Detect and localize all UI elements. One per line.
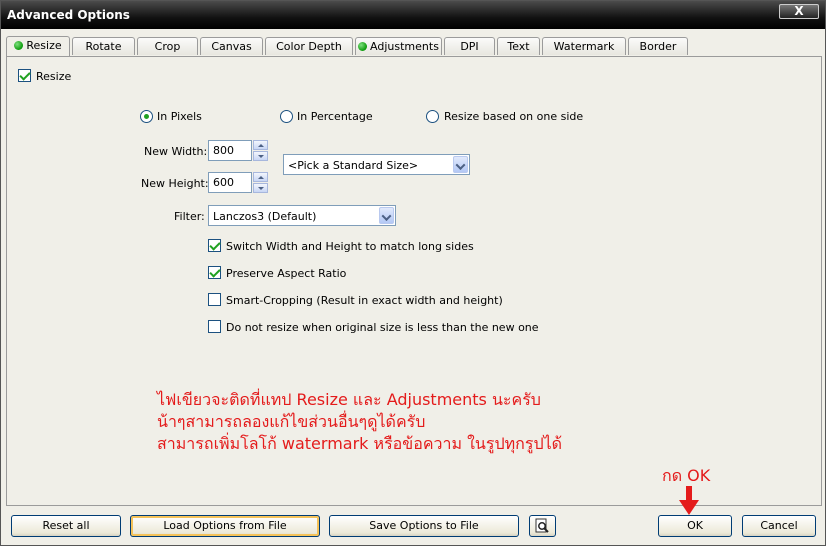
- one-side-label: Resize based on one side: [444, 110, 584, 123]
- green-indicator-icon: [358, 42, 368, 51]
- load-options-button[interactable]: Load Options from File: [130, 515, 320, 537]
- no-upscale-label: Do not resize when original size is less…: [226, 321, 539, 334]
- filter-value: Lanczos3 (Default): [213, 210, 317, 223]
- tab-color-depth[interactable]: Color Depth: [265, 37, 353, 55]
- close-icon: X: [794, 4, 804, 18]
- save-options-button[interactable]: Save Options to File: [329, 515, 519, 537]
- filter-select[interactable]: Lanczos3 (Default): [208, 205, 396, 226]
- new-width-spinner[interactable]: [253, 140, 268, 161]
- tab-adjustments[interactable]: Adjustments: [355, 37, 442, 55]
- reset-all-button[interactable]: Reset all: [11, 515, 121, 537]
- tab-border[interactable]: Border: [628, 37, 688, 55]
- standard-size-value: <Pick a Standard Size>: [288, 159, 419, 172]
- standard-size-select[interactable]: <Pick a Standard Size>: [283, 154, 470, 175]
- spin-down-icon[interactable]: [253, 183, 268, 193]
- tab-watermark[interactable]: Watermark: [542, 37, 626, 55]
- in-percentage-label: In Percentage: [297, 110, 373, 123]
- switch-sides-label: Switch Width and Height to match long si…: [226, 240, 474, 253]
- annotation-line-1: ไฟเขียวจะติดที่แทป Resize และ Adjustment…: [157, 390, 541, 409]
- chevron-down-icon[interactable]: [453, 156, 468, 173]
- switch-sides-checkbox[interactable]: [208, 239, 221, 252]
- one-side-radio[interactable]: [426, 110, 439, 123]
- preserve-aspect-label: Preserve Aspect Ratio: [226, 267, 347, 280]
- new-width-input[interactable]: 800: [208, 140, 252, 161]
- tab-canvas[interactable]: Canvas: [200, 37, 263, 55]
- tab-rotate[interactable]: Rotate: [72, 37, 135, 55]
- title-bar[interactable]: Advanced Options X: [1, 1, 825, 29]
- tab-crop[interactable]: Crop: [137, 37, 198, 55]
- magnifier-page-icon: [535, 518, 549, 533]
- new-height-input[interactable]: 600: [208, 172, 252, 193]
- spin-up-icon[interactable]: [253, 140, 268, 150]
- tab-text[interactable]: Text: [497, 37, 540, 55]
- new-height-label: New Height:: [141, 177, 209, 190]
- close-button[interactable]: X: [779, 4, 819, 19]
- smart-cropping-checkbox[interactable]: [208, 293, 221, 306]
- annotation-line-3: สามารถเพิ่มโลโก้ watermark หรือข้อความ ใ…: [157, 434, 563, 453]
- smart-cropping-label: Smart-Cropping (Result in exact width an…: [226, 294, 503, 307]
- cancel-button[interactable]: Cancel: [742, 515, 816, 537]
- preserve-aspect-checkbox[interactable]: [208, 266, 221, 279]
- red-arrow-down-icon: [679, 486, 699, 515]
- tab-resize[interactable]: Resize: [6, 36, 70, 56]
- preview-button[interactable]: [529, 515, 556, 537]
- chevron-down-icon[interactable]: [379, 207, 394, 224]
- tab-dpi[interactable]: DPI: [444, 37, 495, 55]
- filter-label: Filter:: [174, 210, 205, 223]
- in-percentage-radio[interactable]: [280, 110, 293, 123]
- new-width-label: New Width:: [144, 145, 208, 158]
- annotation-line-2: น้าๆสามารถลองแก้ไขส่วนอื่นๆดูได้ครับ: [157, 412, 426, 431]
- in-pixels-label: In Pixels: [157, 110, 202, 123]
- window-title: Advanced Options: [7, 8, 130, 22]
- green-indicator-icon: [14, 41, 24, 50]
- new-height-spinner[interactable]: [253, 172, 268, 193]
- annotation-ok-hint: กด OK: [662, 466, 711, 485]
- resize-enable-checkbox[interactable]: [18, 69, 31, 82]
- in-pixels-radio[interactable]: [140, 110, 153, 123]
- spin-down-icon[interactable]: [253, 151, 268, 161]
- spin-up-icon[interactable]: [253, 172, 268, 182]
- resize-enable-label: Resize: [36, 70, 72, 83]
- advanced-options-window: Advanced Options X Resize Rotate Crop Ca…: [0, 0, 826, 546]
- no-upscale-checkbox[interactable]: [208, 320, 221, 333]
- ok-button[interactable]: OK: [658, 515, 732, 537]
